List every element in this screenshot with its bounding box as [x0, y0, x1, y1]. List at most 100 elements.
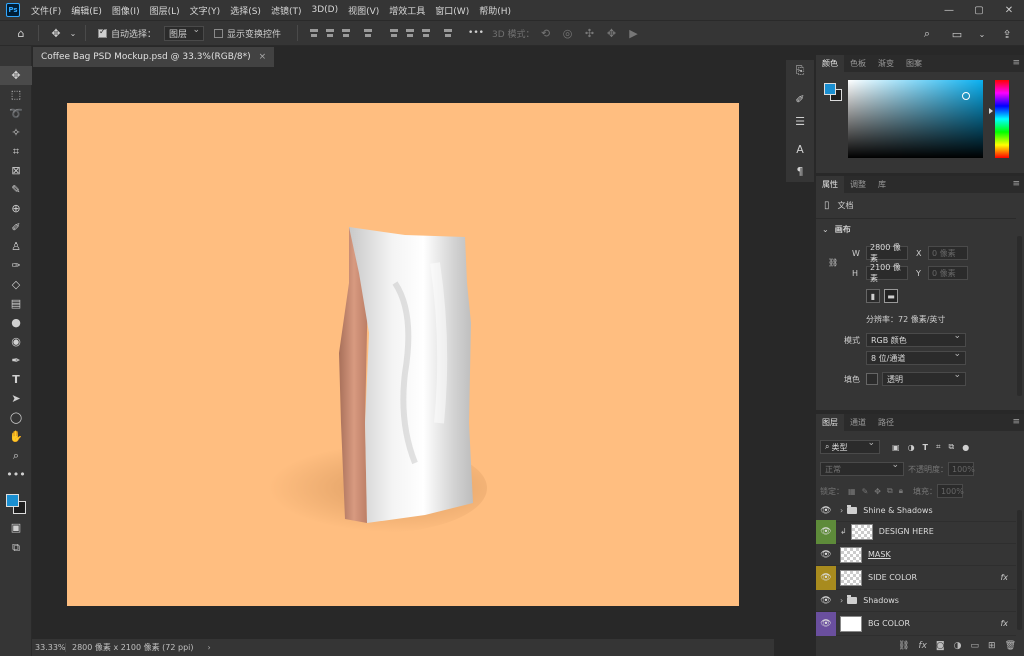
status-menu-arrow[interactable]: › — [208, 643, 211, 652]
tab-paths[interactable]: 路径 — [872, 414, 900, 431]
ellipse-tool-icon[interactable]: ◯ — [0, 408, 32, 427]
menu-3d[interactable]: 3D(D) — [306, 5, 343, 15]
show-transform-checkbox[interactable] — [214, 28, 224, 38]
lasso-tool-icon[interactable]: ➰ — [0, 104, 32, 123]
chevron-right-icon[interactable]: › — [840, 596, 843, 605]
height-field[interactable]: 2100 像素 — [866, 263, 908, 283]
fx-badge[interactable]: fx — [1000, 619, 1008, 628]
minimize-button[interactable]: — — [934, 0, 964, 20]
new-layer-icon[interactable]: ⊞ — [988, 641, 996, 651]
tab-libraries[interactable]: 库 — [872, 176, 892, 193]
align-bottom-icon[interactable] — [420, 27, 432, 39]
tab-gradients[interactable]: 渐变 — [872, 55, 900, 72]
menu-help[interactable]: 帮助(H) — [474, 4, 516, 17]
visibility-eye-icon[interactable]: 👁︎ — [816, 565, 836, 590]
tab-layers[interactable]: 图层 — [816, 414, 844, 431]
foreground-color-swatch[interactable] — [6, 494, 19, 507]
chevron-down-icon[interactable]: ⌄ — [69, 24, 77, 42]
layer-row[interactable]: 👁︎ › Shine & Shadows — [816, 500, 1016, 522]
menu-image[interactable]: 图像(I) — [107, 4, 145, 17]
align-left-icon[interactable] — [308, 27, 320, 39]
properties-scrollbar[interactable] — [1017, 236, 1022, 396]
tab-color[interactable]: 颜色 — [816, 55, 844, 72]
eraser-tool-icon[interactable]: ◇ — [0, 275, 32, 294]
zoom-level[interactable]: 33.33% — [32, 643, 66, 652]
folder-icon[interactable]: ▭ — [971, 641, 980, 651]
visibility-eye-icon[interactable]: 👁︎ — [816, 611, 836, 636]
landscape-orientation-icon[interactable]: ▬ — [884, 289, 898, 303]
lock-all-icon[interactable]: 🔒︎ — [899, 486, 903, 496]
filter-pixel-icon[interactable]: ▣ — [892, 443, 900, 452]
foreground-color-chip[interactable] — [824, 83, 836, 95]
share-icon[interactable]: ⇪ — [998, 25, 1016, 43]
blend-mode-dropdown[interactable]: 正常 — [820, 460, 904, 476]
brush-tool-icon[interactable]: ✐ — [0, 218, 32, 237]
opacity-field[interactable]: 100% — [948, 462, 975, 476]
history-icon[interactable]: ⎘ — [786, 60, 814, 82]
tab-swatches[interactable]: 色板 — [844, 55, 872, 72]
3d-camera-icon[interactable]: ▶ — [625, 24, 643, 42]
align-center-h-icon[interactable] — [324, 27, 336, 39]
filter-shape-icon[interactable]: ⌗ — [936, 442, 941, 452]
fill-dropdown[interactable]: 透明 — [882, 370, 966, 386]
layer-row[interactable]: 👁︎ BG COLOR fx — [816, 611, 1016, 636]
visibility-eye-icon[interactable]: 👁︎ — [816, 519, 836, 544]
bit-depth-dropdown[interactable]: 8 位/通道 — [866, 349, 966, 365]
canvas-area[interactable] — [32, 67, 774, 639]
move-tool-icon[interactable]: ✥ — [0, 66, 32, 85]
lock-pixels-icon[interactable]: ✎ — [862, 487, 869, 496]
align-right-icon[interactable] — [340, 27, 352, 39]
layer-filter-dropdown[interactable]: ⌕ 类型 — [820, 438, 880, 454]
color-mode-dropdown[interactable]: RGB 颜色 — [866, 331, 966, 347]
trash-icon[interactable]: 🗑︎ — [1005, 641, 1016, 651]
crop-tool-icon[interactable]: ⌗ — [0, 142, 32, 161]
fill-field[interactable]: 100% — [936, 484, 964, 498]
color-picker-field[interactable] — [848, 80, 983, 158]
3d-slide-icon[interactable]: ✥ — [603, 24, 621, 42]
filter-type-icon[interactable]: T — [923, 443, 928, 452]
magic-wand-tool-icon[interactable]: ✧ — [0, 123, 32, 142]
visibility-eye-icon[interactable]: 👁︎ — [816, 544, 836, 566]
3d-pan-icon[interactable]: ✣ — [581, 24, 599, 42]
menu-layer[interactable]: 图层(L) — [145, 4, 185, 17]
pen-tool-icon[interactable]: ✒ — [0, 351, 32, 370]
history-brush-tool-icon[interactable]: ✑ — [0, 256, 32, 275]
more-tools-icon[interactable]: ••• — [0, 465, 32, 484]
visibility-eye-icon[interactable]: 👁︎ — [816, 590, 836, 612]
brush-settings-icon[interactable]: ✐ — [786, 88, 814, 110]
distribute-h-icon[interactable] — [362, 27, 374, 39]
menu-file[interactable]: 文件(F) — [26, 4, 66, 17]
menu-view[interactable]: 视图(V) — [343, 4, 384, 17]
lock-artboard-icon[interactable]: ⧉ — [887, 486, 893, 496]
document-tab[interactable]: Coffee Bag PSD Mockup.psd @ 33.3%(RGB/8*… — [33, 47, 275, 67]
hand-tool-icon[interactable]: ✋ — [0, 427, 32, 446]
tab-adjustments[interactable]: 调整 — [844, 176, 872, 193]
chevron-down-icon[interactable]: ⌄ — [978, 25, 986, 43]
paragraph-icon[interactable]: ¶ — [786, 160, 814, 182]
lock-transparent-icon[interactable]: ▦ — [848, 487, 856, 496]
fx-icon[interactable]: fx — [918, 641, 927, 651]
filter-adjustment-icon[interactable]: ◑ — [908, 443, 915, 452]
menu-select[interactable]: 选择(S) — [225, 4, 266, 17]
layers-scrollbar[interactable] — [1017, 510, 1022, 630]
width-field[interactable]: 2800 像素 — [866, 243, 908, 263]
menu-type[interactable]: 文字(Y) — [185, 4, 226, 17]
zoom-tool-icon[interactable]: ⌕ — [0, 446, 32, 465]
screen-mode-icon[interactable]: ⧉ — [0, 538, 32, 557]
align-middle-v-icon[interactable] — [404, 27, 416, 39]
adjustment-icon[interactable]: ◑ — [954, 641, 962, 651]
tab-channels[interactable]: 通道 — [844, 414, 872, 431]
fx-badge[interactable]: fx — [1000, 573, 1008, 582]
menu-plugins[interactable]: 增效工具 — [384, 4, 430, 17]
panel-menu-icon[interactable]: ≡ — [1012, 179, 1020, 189]
filter-toggle-icon[interactable]: ● — [962, 443, 969, 452]
menu-window[interactable]: 窗口(W) — [430, 4, 474, 17]
maximize-button[interactable]: ▢ — [964, 0, 994, 20]
layer-row[interactable]: 👁︎ SIDE COLOR fx — [816, 565, 1016, 590]
path-selection-tool-icon[interactable]: ➤ — [0, 389, 32, 408]
layer-row[interactable]: 👁︎ MASK — [816, 544, 1016, 566]
blur-tool-icon[interactable]: ● — [0, 313, 32, 332]
close-button[interactable]: ✕ — [994, 0, 1024, 20]
menu-filter[interactable]: 滤镜(T) — [266, 4, 307, 17]
fill-color-swatch[interactable] — [866, 373, 878, 385]
